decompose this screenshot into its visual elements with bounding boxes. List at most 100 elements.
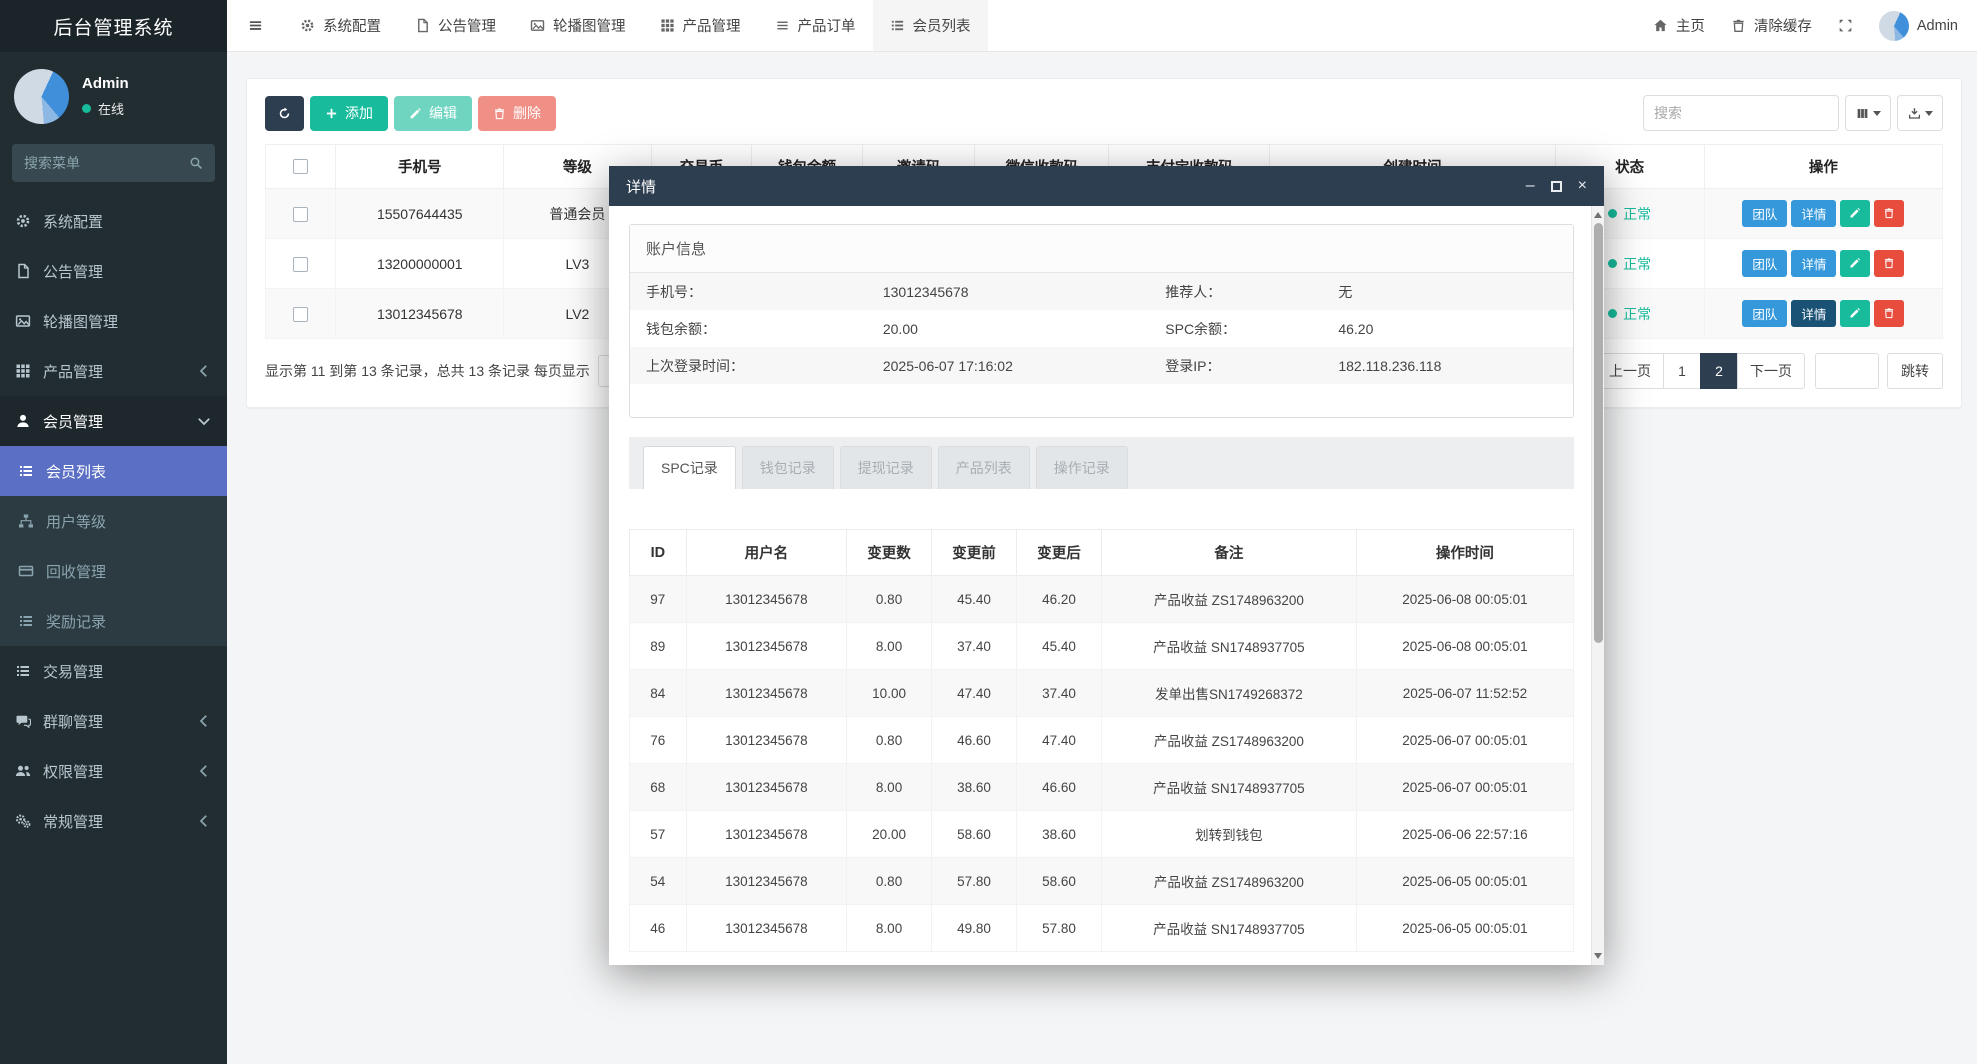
sidebar-item[interactable]: 常规管理 bbox=[0, 796, 227, 846]
sidebar-item[interactable]: 用户等级 bbox=[0, 496, 227, 546]
field-value: 46.20 bbox=[1338, 321, 1557, 337]
record-cell: 20.00 bbox=[847, 811, 932, 858]
topnav-item[interactable]: 公告管理 bbox=[398, 0, 513, 51]
sidebar-item-label: 用户等级 bbox=[46, 511, 212, 532]
users-icon bbox=[15, 763, 31, 779]
row-checkbox[interactable] bbox=[293, 257, 308, 272]
record-cell: 8.00 bbox=[847, 905, 932, 952]
detail-button[interactable]: 详情 bbox=[1791, 250, 1836, 277]
topnav-item[interactable]: 系统配置 bbox=[283, 0, 398, 51]
bars-icon bbox=[248, 18, 263, 33]
record-cell: 2025-06-08 00:05:01 bbox=[1356, 576, 1573, 623]
record-cell: 划转到钱包 bbox=[1101, 811, 1356, 858]
sidebar-item[interactable]: 产品管理 bbox=[0, 346, 227, 396]
sidebar-item[interactable]: 奖励记录 bbox=[0, 596, 227, 646]
scroll-up-arrow[interactable] bbox=[1592, 208, 1604, 222]
table-search-input[interactable] bbox=[1643, 95, 1839, 131]
sidebar-item[interactable]: 公告管理 bbox=[0, 246, 227, 296]
record-cell: 2025-06-05 00:05:01 bbox=[1356, 905, 1573, 952]
row-checkbox[interactable] bbox=[293, 307, 308, 322]
record-cell: 58.60 bbox=[932, 811, 1017, 858]
sidebar-item[interactable]: 会员管理 bbox=[0, 396, 227, 446]
scroll-down-arrow[interactable] bbox=[1592, 949, 1604, 963]
topnav-item[interactable]: 产品订单 bbox=[758, 0, 873, 51]
page-jump-input[interactable] bbox=[1815, 353, 1879, 389]
record-cell: 49.80 bbox=[932, 905, 1017, 952]
delete-button[interactable]: 删除 bbox=[478, 96, 556, 131]
detail-button[interactable]: 详情 bbox=[1791, 300, 1836, 327]
sidebar-item-label: 产品管理 bbox=[43, 361, 184, 382]
topnav-item-label: 系统配置 bbox=[323, 15, 381, 36]
sidebar-item-label: 交易管理 bbox=[43, 661, 212, 682]
search-icon[interactable] bbox=[189, 156, 203, 170]
minimize-icon[interactable]: – bbox=[1526, 178, 1535, 194]
record-cell: 2025-06-07 00:05:01 bbox=[1356, 717, 1573, 764]
status-dot-icon bbox=[1608, 209, 1617, 218]
row-edit-button[interactable] bbox=[1840, 300, 1870, 327]
list-icon bbox=[18, 613, 34, 629]
modal-tab[interactable]: 提现记录 bbox=[840, 446, 932, 489]
modal-body: 账户信息 手机号：13012345678推荐人：无钱包余额：20.00SPC余额… bbox=[609, 206, 1604, 965]
export-dropdown-button[interactable] bbox=[1897, 95, 1943, 131]
row-checkbox[interactable] bbox=[293, 207, 308, 222]
modal-tab[interactable]: 操作记录 bbox=[1036, 446, 1128, 489]
modal-tab[interactable]: 产品列表 bbox=[938, 446, 1030, 489]
topnav-item[interactable]: 轮播图管理 bbox=[513, 0, 643, 51]
maximize-icon[interactable] bbox=[1551, 181, 1562, 192]
home-link[interactable]: 主页 bbox=[1640, 15, 1718, 36]
topnav-right: 主页 清除缓存 Admin bbox=[1640, 0, 1977, 51]
record-row: 89130123456788.0037.4045.40产品收益 SN174893… bbox=[630, 623, 1574, 670]
sidebar-item[interactable]: 系统配置 bbox=[0, 196, 227, 246]
detail-button[interactable]: 详情 bbox=[1791, 200, 1836, 227]
team-button[interactable]: 团队 bbox=[1742, 200, 1787, 227]
clear-cache-link[interactable]: 清除缓存 bbox=[1718, 15, 1825, 36]
fullscreen-button[interactable] bbox=[1825, 18, 1866, 33]
sidebar-toggle-button[interactable] bbox=[227, 0, 283, 51]
sidebar-item[interactable]: 交易管理 bbox=[0, 646, 227, 696]
sidebar: 后台管理系统 Admin 在线 系统配置公告管理轮播图管理产品管理会员管理会员列… bbox=[0, 0, 227, 1064]
modal-tab[interactable]: 钱包记录 bbox=[742, 446, 834, 489]
row-select-cell bbox=[266, 289, 336, 339]
user-menu[interactable]: Admin bbox=[1866, 11, 1971, 41]
page-number-button[interactable]: 1 bbox=[1663, 353, 1701, 389]
topnav-item[interactable]: 会员列表 bbox=[873, 0, 988, 51]
edit-button[interactable]: 编辑 bbox=[394, 96, 472, 131]
sidebar-item[interactable]: 会员列表 bbox=[0, 446, 227, 496]
trash-icon bbox=[493, 107, 506, 120]
records-column-header: 用户名 bbox=[686, 530, 846, 576]
team-button[interactable]: 团队 bbox=[1742, 300, 1787, 327]
topnav-item-label: 产品管理 bbox=[683, 15, 741, 36]
th-icon bbox=[15, 363, 31, 379]
refresh-button[interactable] bbox=[265, 96, 304, 131]
modal-header[interactable]: 详情 – × bbox=[609, 166, 1604, 206]
row-edit-button[interactable] bbox=[1840, 250, 1870, 277]
record-cell: 2025-06-07 11:52:52 bbox=[1356, 670, 1573, 717]
sidebar-menu: 系统配置公告管理轮播图管理产品管理会员管理会员列表用户等级回收管理奖励记录交易管… bbox=[0, 196, 227, 846]
select-all-checkbox[interactable] bbox=[293, 159, 308, 174]
prev-page-button[interactable]: 上一页 bbox=[1596, 353, 1664, 389]
modal-tab[interactable]: SPC记录 bbox=[643, 446, 736, 489]
list-icon bbox=[890, 18, 905, 33]
cogs-icon bbox=[15, 813, 31, 829]
close-icon[interactable]: × bbox=[1578, 178, 1587, 194]
next-page-button[interactable]: 下一页 bbox=[1737, 353, 1805, 389]
topnav-item[interactable]: 产品管理 bbox=[643, 0, 758, 51]
team-button[interactable]: 团队 bbox=[1742, 250, 1787, 277]
th-icon bbox=[660, 18, 675, 33]
row-delete-button[interactable] bbox=[1874, 300, 1904, 327]
row-delete-button[interactable] bbox=[1874, 250, 1904, 277]
sidebar-search-input[interactable] bbox=[24, 155, 189, 171]
sidebar-item[interactable]: 回收管理 bbox=[0, 546, 227, 596]
scrollbar-thumb[interactable] bbox=[1594, 223, 1603, 643]
modal-scrollbar bbox=[1591, 206, 1604, 965]
sidebar-item[interactable]: 轮播图管理 bbox=[0, 296, 227, 346]
page-jump-button[interactable]: 跳转 bbox=[1887, 353, 1943, 389]
page-number-button[interactable]: 2 bbox=[1700, 353, 1738, 389]
online-dot-icon bbox=[82, 104, 91, 113]
sidebar-item[interactable]: 群聊管理 bbox=[0, 696, 227, 746]
row-delete-button[interactable] bbox=[1874, 200, 1904, 227]
sidebar-item[interactable]: 权限管理 bbox=[0, 746, 227, 796]
columns-dropdown-button[interactable] bbox=[1845, 95, 1891, 131]
add-button[interactable]: 添加 bbox=[310, 96, 388, 131]
row-edit-button[interactable] bbox=[1840, 200, 1870, 227]
